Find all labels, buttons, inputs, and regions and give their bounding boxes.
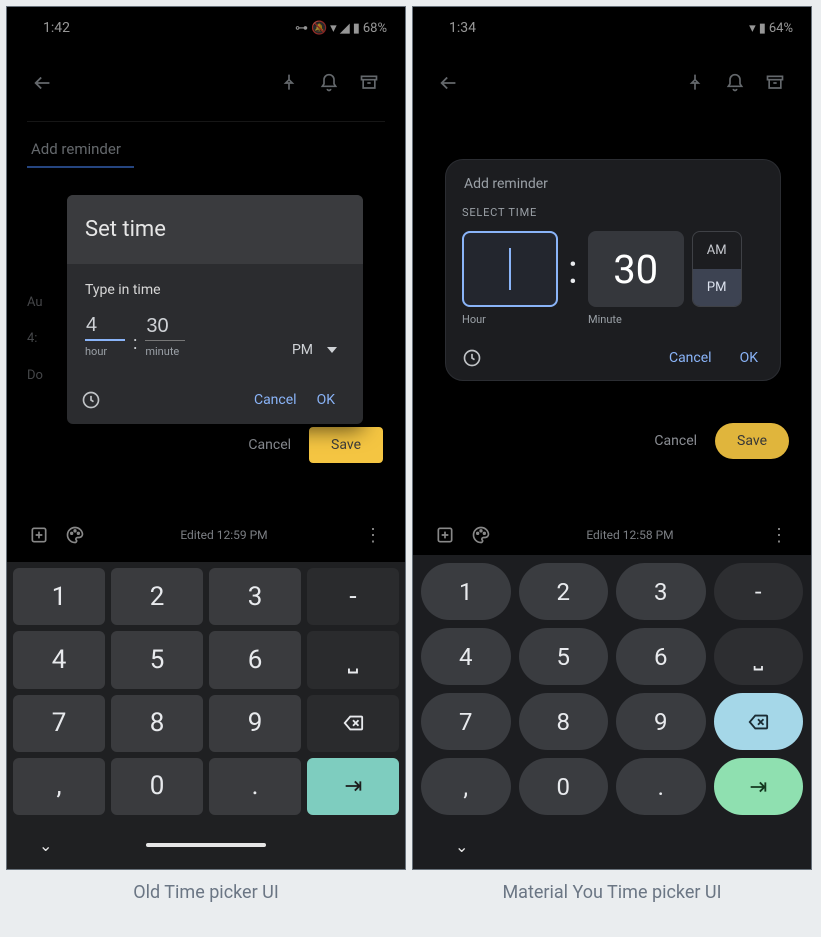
key-3[interactable]: 3 bbox=[209, 568, 301, 625]
time-picker-dialog-new: Add reminder SELECT TIME : 30 AM PM Hour… bbox=[445, 159, 781, 381]
add-box-icon[interactable] bbox=[427, 525, 463, 545]
ampm-toggle: AM PM bbox=[692, 231, 742, 307]
text-caret bbox=[509, 248, 511, 290]
edited-timestamp: Edited 12:58 PM bbox=[499, 528, 761, 542]
phone-old: 1:42 ⊶ 🔕 ▾ ◢ ▮ 68% bbox=[6, 6, 406, 870]
editor-toolbar: Edited 12:58 PM ⋮ bbox=[413, 515, 811, 555]
key-comma[interactable]: , bbox=[13, 758, 105, 815]
key-5[interactable]: 5 bbox=[519, 628, 609, 685]
minute-field[interactable]: 30 bbox=[588, 231, 684, 307]
clock-icon[interactable] bbox=[462, 348, 482, 368]
palette-icon[interactable] bbox=[57, 525, 93, 545]
key-2[interactable]: 2 bbox=[111, 568, 203, 625]
key-space[interactable]: ⎵ bbox=[307, 631, 399, 688]
nav-pill[interactable] bbox=[146, 843, 266, 847]
key-next[interactable] bbox=[714, 758, 804, 815]
key-next[interactable] bbox=[307, 758, 399, 815]
key-3[interactable]: 3 bbox=[616, 563, 706, 620]
key-4[interactable]: 4 bbox=[13, 631, 105, 688]
key-dash[interactable]: - bbox=[307, 568, 399, 625]
hour-field[interactable] bbox=[462, 231, 558, 307]
pm-option[interactable]: PM bbox=[693, 269, 741, 306]
key-7[interactable]: 7 bbox=[13, 695, 105, 752]
keyboard-old: 1 2 3 - 4 5 6 ⎵ 7 8 9 , 0 . bbox=[7, 562, 405, 869]
ampm-value: PM bbox=[292, 342, 313, 358]
select-time-label: SELECT TIME bbox=[462, 206, 764, 231]
hour-label: hour bbox=[85, 345, 125, 358]
reminder-heading: Add reminder bbox=[462, 170, 764, 206]
key-1[interactable]: 1 bbox=[13, 568, 105, 625]
dialog-title: Set time bbox=[67, 195, 363, 264]
editor-toolbar: Edited 12:59 PM ⋮ bbox=[7, 515, 405, 555]
edited-timestamp: Edited 12:59 PM bbox=[93, 528, 355, 542]
caption-old: Old Time picker UI bbox=[6, 870, 406, 903]
chevron-down-icon[interactable]: ⌄ bbox=[455, 837, 468, 856]
minute-label: Minute bbox=[588, 313, 684, 326]
chevron-down-icon bbox=[327, 347, 337, 353]
ampm-dropdown[interactable]: PM bbox=[292, 342, 345, 358]
key-backspace[interactable] bbox=[307, 695, 399, 752]
key-6[interactable]: 6 bbox=[616, 628, 706, 685]
ok-button[interactable]: OK bbox=[740, 350, 758, 366]
key-dash[interactable]: - bbox=[714, 563, 804, 620]
add-box-icon[interactable] bbox=[21, 525, 57, 545]
keyboard-new: 1 2 3 - 4 5 6 ⎵ 7 8 9 , 0 . bbox=[413, 555, 811, 869]
key-0[interactable]: 0 bbox=[519, 758, 609, 815]
page-save-button[interactable]: Save bbox=[715, 423, 789, 459]
chevron-down-icon[interactable]: ⌄ bbox=[39, 836, 52, 855]
key-period[interactable]: . bbox=[209, 758, 301, 815]
page-buttons: Cancel Save bbox=[248, 427, 383, 463]
key-8[interactable]: 8 bbox=[519, 693, 609, 750]
key-comma[interactable]: , bbox=[421, 758, 511, 815]
hour-label: Hour bbox=[462, 313, 558, 326]
minute-input[interactable] bbox=[145, 313, 185, 341]
key-8[interactable]: 8 bbox=[111, 695, 203, 752]
key-4[interactable]: 4 bbox=[421, 628, 511, 685]
page-cancel-button[interactable]: Cancel bbox=[654, 433, 697, 449]
key-9[interactable]: 9 bbox=[209, 695, 301, 752]
clock-icon[interactable] bbox=[81, 390, 101, 410]
key-0[interactable]: 0 bbox=[111, 758, 203, 815]
cancel-button[interactable]: Cancel bbox=[669, 350, 712, 366]
field-labels: Hour Minute bbox=[462, 313, 764, 326]
time-picker-dialog-old: Set time Type in time hour : minute PM bbox=[67, 195, 363, 424]
nav-bar: ⌄ bbox=[7, 821, 405, 869]
key-6[interactable]: 6 bbox=[209, 631, 301, 688]
cancel-button[interactable]: Cancel bbox=[254, 392, 297, 408]
palette-icon[interactable] bbox=[463, 525, 499, 545]
more-icon[interactable]: ⋮ bbox=[761, 525, 797, 546]
key-period[interactable]: . bbox=[616, 758, 706, 815]
time-colon: : bbox=[566, 231, 580, 307]
dialog-subtitle: Type in time bbox=[85, 282, 345, 298]
key-backspace[interactable] bbox=[714, 693, 804, 750]
ok-button[interactable]: OK bbox=[317, 392, 349, 408]
page-cancel-button[interactable]: Cancel bbox=[248, 437, 291, 453]
nav-bar: ⌄ bbox=[413, 823, 811, 869]
more-icon[interactable]: ⋮ bbox=[355, 525, 391, 546]
key-7[interactable]: 7 bbox=[421, 693, 511, 750]
hour-input[interactable] bbox=[85, 312, 125, 341]
key-1[interactable]: 1 bbox=[421, 563, 511, 620]
minute-label: minute bbox=[145, 345, 185, 358]
key-space[interactable]: ⎵ bbox=[714, 628, 804, 685]
caption-new: Material You Time picker UI bbox=[412, 870, 812, 903]
key-9[interactable]: 9 bbox=[616, 693, 706, 750]
time-colon: : bbox=[131, 333, 139, 358]
page-buttons: Cancel Save bbox=[654, 423, 789, 459]
phone-new: 1:34 ▾ ▮ 64% Cancel Sav bbox=[412, 6, 812, 870]
am-option[interactable]: AM bbox=[693, 232, 741, 269]
page-save-button[interactable]: Save bbox=[309, 427, 383, 463]
key-5[interactable]: 5 bbox=[111, 631, 203, 688]
key-2[interactable]: 2 bbox=[519, 563, 609, 620]
